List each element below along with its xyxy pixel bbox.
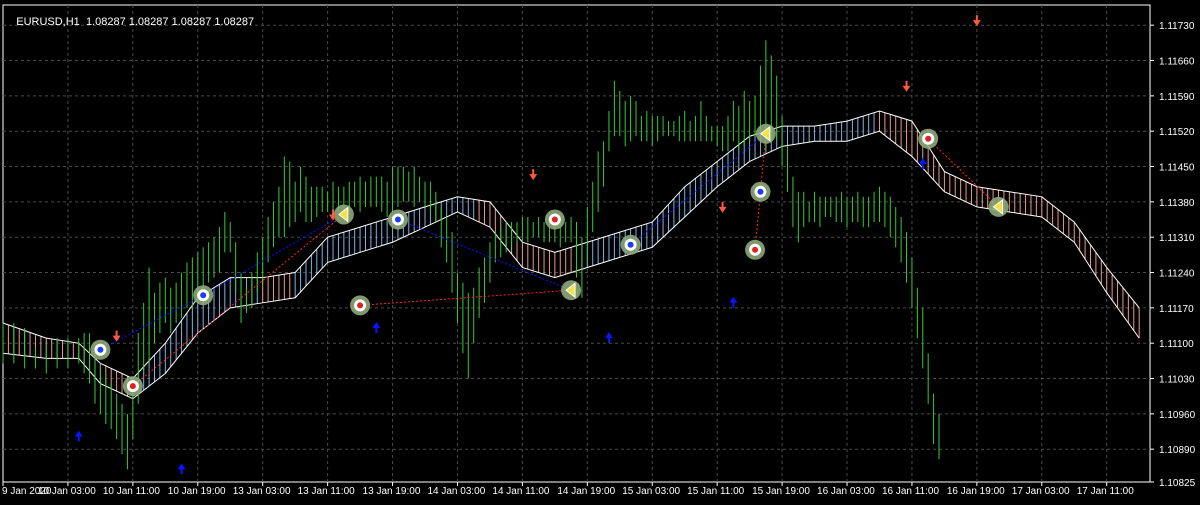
x-tick-label: 13 Jan 11:00 xyxy=(298,486,356,497)
signal-marker-red[interactable] xyxy=(350,295,371,316)
signal-marker-blue[interactable] xyxy=(750,181,771,202)
y-tick-label: 1.11520 xyxy=(1159,127,1195,138)
signal-marker-yellow[interactable] xyxy=(755,123,776,144)
x-tick-label: 15 Jan 11:00 xyxy=(687,486,745,497)
x-tick-label: 10 Jan 11:00 xyxy=(103,486,161,497)
y-tick-label: 1.11730 xyxy=(1159,21,1195,32)
signal-marker-red[interactable] xyxy=(745,239,766,260)
x-tick-label: 10 Jan 03:00 xyxy=(38,486,96,497)
y-tick-label: 1.11310 xyxy=(1159,233,1195,244)
x-tick-label: 15 Jan 03:00 xyxy=(622,486,680,497)
y-tick-label: 1.10825 xyxy=(1159,478,1196,489)
x-tick-label: 10 Jan 19:00 xyxy=(168,486,226,497)
x-tick-label: 13 Jan 03:00 xyxy=(233,486,291,497)
chart-background xyxy=(0,0,1200,500)
y-tick-label: 1.11030 xyxy=(1159,375,1195,386)
x-tick-label: 14 Jan 11:00 xyxy=(492,486,550,497)
x-tick-label: 16 Jan 03:00 xyxy=(817,486,875,497)
chart-window[interactable]: 1.11730 1.11660 1.11590 1.11520 1.11450 1.113… xyxy=(0,0,1200,500)
x-tick-label: 15 Jan 19:00 xyxy=(752,486,810,497)
marker-dot xyxy=(97,346,104,353)
marker-dot xyxy=(757,188,764,195)
y-tick-label: 1.11170 xyxy=(1159,304,1194,315)
y-tick-label: 1.11590 xyxy=(1159,92,1195,103)
marker-dot xyxy=(627,241,634,248)
signal-marker-red[interactable] xyxy=(544,209,565,230)
x-tick-label: 16 Jan 11:00 xyxy=(882,486,940,497)
x-tick-label: 14 Jan 03:00 xyxy=(427,486,485,497)
y-tick-label: 1.11450 xyxy=(1159,163,1195,174)
marker-dot xyxy=(129,383,136,390)
signal-marker-blue[interactable] xyxy=(387,209,408,230)
y-tick-label: 1.10960 xyxy=(1159,410,1196,421)
chart-header: EURUSD,H1 1.08287 1.08287 1.08287 1.0828… xyxy=(4,4,254,40)
x-tick-label: 14 Jan 19:00 xyxy=(557,486,615,497)
signal-marker-blue[interactable] xyxy=(193,285,214,306)
signal-marker-red[interactable] xyxy=(122,376,143,397)
signal-marker-yellow[interactable] xyxy=(988,196,1009,217)
price-chart[interactable]: 1.11730 1.11660 1.11590 1.11520 1.11450 1.113… xyxy=(0,0,1200,500)
marker-dot xyxy=(357,302,364,309)
x-tick-label: 17 Jan 03:00 xyxy=(1012,486,1070,497)
y-tick-label: 1.11100 xyxy=(1159,339,1194,350)
x-tick-label: 16 Jan 19:00 xyxy=(947,486,1005,497)
marker-dot xyxy=(551,216,558,223)
y-tick-label: 1.11380 xyxy=(1159,198,1195,209)
y-tick-label: 1.11660 xyxy=(1159,57,1195,68)
symbol-timeframe: EURUSD,H1 xyxy=(16,16,80,28)
signal-marker-yellow[interactable] xyxy=(561,280,582,301)
ohlc-quote: 1.08287 1.08287 1.08287 1.08287 xyxy=(85,16,255,28)
y-tick-label: 1.10890 xyxy=(1159,445,1196,456)
signal-marker-blue[interactable] xyxy=(90,339,111,360)
marker-dot xyxy=(394,216,401,223)
marker-dot xyxy=(200,292,207,299)
signal-marker-blue[interactable] xyxy=(620,234,641,255)
x-tick-label: 17 Jan 11:00 xyxy=(1077,486,1135,497)
x-tick-label: 13 Jan 19:00 xyxy=(363,486,421,497)
marker-dot xyxy=(925,135,932,142)
signal-marker-red[interactable] xyxy=(918,128,939,149)
marker-dot xyxy=(752,246,759,253)
y-tick-label: 1.11240 xyxy=(1159,269,1195,280)
